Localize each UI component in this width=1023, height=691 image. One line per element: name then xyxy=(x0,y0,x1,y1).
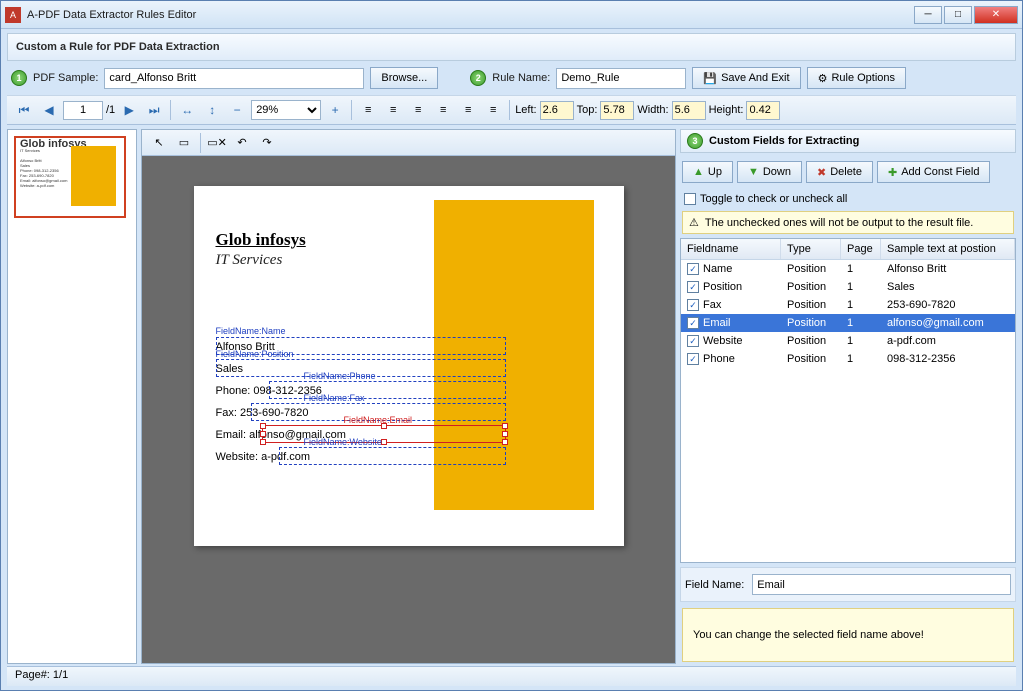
align-right-button[interactable]: ≡ xyxy=(407,99,429,121)
delete-icon: ✖ xyxy=(817,166,826,179)
toggle-all-checkbox[interactable] xyxy=(684,193,696,205)
fieldlabel-fax: FieldName:Fax xyxy=(304,393,365,403)
gear-icon: ⚙ xyxy=(818,72,828,85)
arrow-up-icon: ▲ xyxy=(693,166,704,178)
height-input[interactable] xyxy=(746,101,780,120)
fields-grid: Fieldname Type Page Sample text at posti… xyxy=(680,238,1016,563)
warning-icon: ⚠ xyxy=(689,216,699,229)
hint-box: You can change the selected field name a… xyxy=(682,608,1014,662)
top-label: Top: xyxy=(577,104,598,116)
undo-button[interactable]: ↶ xyxy=(231,132,253,154)
fit-height-button[interactable]: ↕ xyxy=(201,99,223,121)
card-tagline: IT Services xyxy=(216,252,283,269)
app-icon: A xyxy=(5,7,21,23)
table-row[interactable]: ✓PositionPosition1Sales xyxy=(681,278,1015,296)
top-input[interactable] xyxy=(600,101,634,120)
info-strip: ⚠ The unchecked ones will not be output … xyxy=(682,211,1014,234)
grid-header-fieldname[interactable]: Fieldname xyxy=(681,239,781,259)
width-input[interactable] xyxy=(672,101,706,120)
save-icon: 💾 xyxy=(703,72,717,85)
banner: Custom a Rule for PDF Data Extraction xyxy=(7,33,1016,61)
maximize-button[interactable]: □ xyxy=(944,6,972,24)
row-checkbox[interactable]: ✓ xyxy=(687,353,699,365)
first-page-button[interactable]: ⏮ xyxy=(13,99,35,121)
prev-page-button[interactable]: ◀ xyxy=(38,99,60,121)
titlebar: A A-PDF Data Extractor Rules Editor ─ □ … xyxy=(1,1,1022,29)
pdf-sample-input[interactable] xyxy=(104,68,364,89)
fieldlabel-phone: FieldName:Phone xyxy=(304,371,376,381)
table-row[interactable]: ✓WebsitePosition1a-pdf.com xyxy=(681,332,1015,350)
fieldlabel-position: FieldName:Position xyxy=(216,349,294,359)
table-row[interactable]: ✓EmailPosition1alfonso@gmail.com xyxy=(681,314,1015,332)
add-field-tool[interactable]: ▭ xyxy=(173,132,195,154)
row-checkbox[interactable]: ✓ xyxy=(687,299,699,311)
last-page-button[interactable]: ⏭ xyxy=(143,99,165,121)
left-label: Left: xyxy=(515,104,536,116)
fieldlabel-website: FieldName:Website xyxy=(304,437,382,447)
down-button[interactable]: ▼Down xyxy=(737,161,802,183)
canvas-viewport[interactable]: Glob infosys IT Services Alfonso Britt S… xyxy=(142,156,675,663)
page-total-label: /1 xyxy=(106,104,115,116)
plus-icon: ✚ xyxy=(888,166,897,179)
delete-button[interactable]: ✖Delete xyxy=(806,161,873,183)
align-left-button[interactable]: ≡ xyxy=(357,99,379,121)
height-label: Height: xyxy=(709,104,744,116)
zoom-select[interactable]: 29% xyxy=(251,100,321,120)
redo-button[interactable]: ↷ xyxy=(256,132,278,154)
step2-badge: 2 xyxy=(470,70,486,86)
table-row[interactable]: ✓NamePosition1Alfonso Britt xyxy=(681,260,1015,278)
canvas-toolbar: ↖ ▭ ▭✕ ↶ ↷ xyxy=(142,130,675,156)
pointer-tool[interactable]: ↖ xyxy=(148,132,170,154)
align-bottom-button[interactable]: ≡ xyxy=(482,99,504,121)
grid-header-page[interactable]: Page xyxy=(841,239,881,259)
step3-badge: 3 xyxy=(687,133,703,149)
step1-badge: 1 xyxy=(11,70,27,86)
up-button[interactable]: ▲Up xyxy=(682,161,733,183)
minimize-button[interactable]: ─ xyxy=(914,6,942,24)
fieldbox-email[interactable] xyxy=(262,425,506,443)
zoom-out-button[interactable]: − xyxy=(226,99,248,121)
add-const-button[interactable]: ✚Add Const Field xyxy=(877,161,990,183)
align-middle-button[interactable]: ≡ xyxy=(457,99,479,121)
row-checkbox[interactable]: ✓ xyxy=(687,263,699,275)
arrow-down-icon: ▼ xyxy=(748,166,759,178)
zoom-in-button[interactable]: + xyxy=(324,99,346,121)
align-center-button[interactable]: ≡ xyxy=(382,99,404,121)
thumbnail-panel: Glob infosysIT ServicesAlfonso BrittSale… xyxy=(7,129,137,664)
browse-button[interactable]: Browse... xyxy=(370,67,438,89)
row-checkbox[interactable]: ✓ xyxy=(687,335,699,347)
fieldname-input[interactable] xyxy=(752,574,1011,595)
card-company: Glob infosys xyxy=(216,230,306,250)
fieldbox-website[interactable] xyxy=(279,447,506,465)
pdf-sample-label: PDF Sample: xyxy=(33,72,98,84)
fieldname-label: Field Name: xyxy=(685,579,744,591)
statusbar: Page#: 1/1 xyxy=(7,666,1016,686)
save-exit-button[interactable]: 💾Save And Exit xyxy=(692,67,800,89)
fit-width-button[interactable]: ↔ xyxy=(176,99,198,121)
delete-field-tool[interactable]: ▭✕ xyxy=(206,132,228,154)
rule-options-button[interactable]: ⚙Rule Options xyxy=(807,67,906,89)
left-input[interactable] xyxy=(540,101,574,120)
next-page-button[interactable]: ▶ xyxy=(118,99,140,121)
rule-name-input[interactable] xyxy=(556,68,686,89)
toggle-all-label: Toggle to check or uncheck all xyxy=(700,193,847,205)
table-row[interactable]: ✓PhonePosition1098-312-2356 xyxy=(681,350,1015,368)
grid-header-type[interactable]: Type xyxy=(781,239,841,259)
pdf-page: Glob infosys IT Services Alfonso Britt S… xyxy=(194,186,624,546)
width-label: Width: xyxy=(637,104,668,116)
side-panel-header: 3 Custom Fields for Extracting xyxy=(680,129,1016,153)
row-checkbox[interactable]: ✓ xyxy=(687,281,699,293)
page-thumbnail[interactable]: Glob infosysIT ServicesAlfonso BrittSale… xyxy=(14,136,126,218)
toolbar: ⏮ ◀ /1 ▶ ⏭ ↔ ↕ − 29% + ≡ ≡ ≡ ≡ ≡ ≡ Left:… xyxy=(7,95,1016,125)
window-title: A-PDF Data Extractor Rules Editor xyxy=(27,9,914,21)
page-number-input[interactable] xyxy=(63,101,103,120)
grid-header-sample[interactable]: Sample text at postion xyxy=(881,239,1015,259)
align-top-button[interactable]: ≡ xyxy=(432,99,454,121)
close-button[interactable]: ✕ xyxy=(974,6,1018,24)
table-row[interactable]: ✓FaxPosition1253-690-7820 xyxy=(681,296,1015,314)
fieldlabel-name: FieldName:Name xyxy=(216,326,286,336)
fieldlabel-email: FieldName:Email xyxy=(344,415,413,425)
row-checkbox[interactable]: ✓ xyxy=(687,317,699,329)
rule-name-label: Rule Name: xyxy=(492,72,550,84)
